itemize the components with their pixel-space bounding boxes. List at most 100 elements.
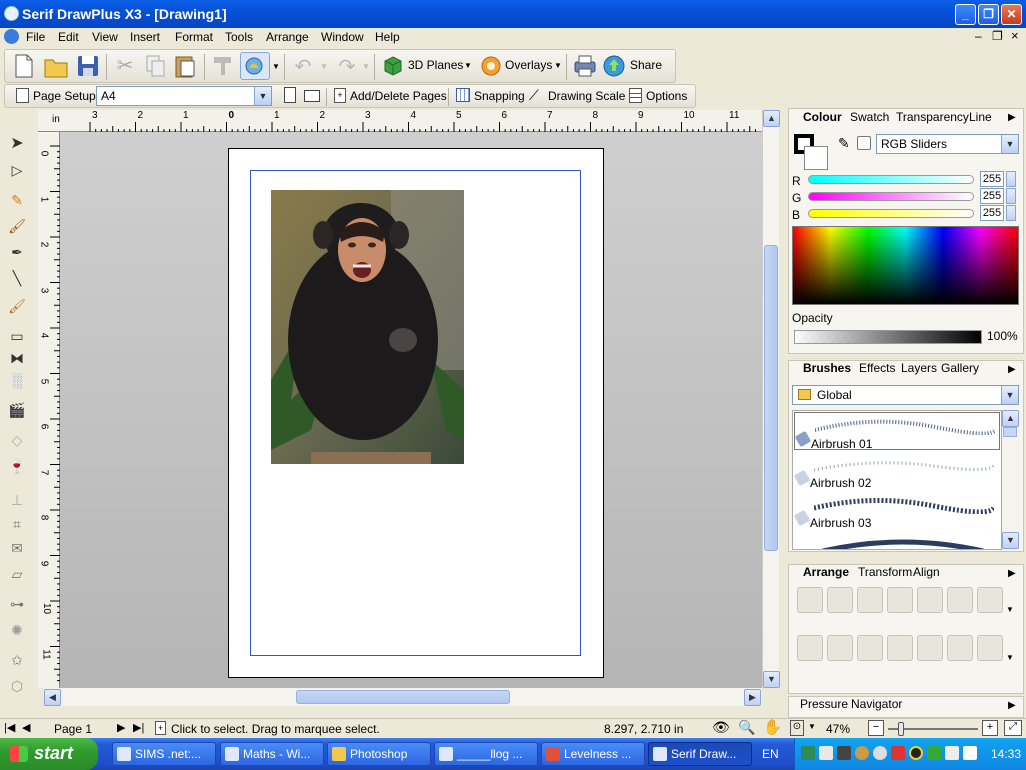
brush-tool-icon[interactable]: 🖌 <box>6 216 28 236</box>
tab-navigator[interactable]: Navigator <box>851 697 902 711</box>
g-slider[interactable] <box>808 192 974 201</box>
paste-icon[interactable] <box>172 52 198 80</box>
taskbar-item-levelness[interactable]: Levelness ... <box>541 742 645 766</box>
eraser-tool-icon[interactable]: ◇ <box>6 430 28 450</box>
flip-horizontal-button[interactable] <box>917 587 943 613</box>
flip-vertical-button[interactable] <box>947 587 973 613</box>
r-value-field[interactable]: 255 <box>980 171 1004 187</box>
add-page-icon[interactable]: + <box>155 721 166 735</box>
chevron-down-icon[interactable]: ▼ <box>808 722 816 731</box>
list-item[interactable]: Airbrush 02 <box>793 452 1000 490</box>
tray-icon[interactable] <box>837 746 851 760</box>
page-size-select[interactable]: A4 ▼ <box>96 86 272 106</box>
node-tool-icon[interactable]: ▷ <box>6 160 28 180</box>
tray-icon[interactable] <box>891 746 905 760</box>
mdi-minimize-button[interactable]: – <box>975 29 982 43</box>
view-eye-icon[interactable]: 👁 <box>712 719 730 736</box>
portrait-icon[interactable] <box>284 87 296 103</box>
intersect-shapes-button[interactable] <box>917 635 943 661</box>
open-icon[interactable] <box>42 52 70 80</box>
view-mode-dropdown-icon[interactable]: ▼ <box>272 62 280 71</box>
options-button[interactable]: Options <box>646 89 687 103</box>
landscape-icon[interactable] <box>304 90 320 102</box>
combine-button[interactable] <box>827 635 853 661</box>
overlays-button[interactable]: Overlays ▼ <box>480 53 564 79</box>
r-slider[interactable] <box>808 175 974 184</box>
vertical-scroll-thumb[interactable] <box>764 245 778 551</box>
tab-line[interactable]: Line <box>969 110 992 124</box>
redo-icon[interactable]: ↷ <box>334 54 360 78</box>
forward-one-button[interactable] <box>857 587 883 613</box>
close-button[interactable]: ✕ <box>1001 4 1022 25</box>
brush-list-scrollbar[interactable]: ▲ ▼ <box>1002 410 1019 550</box>
b-spinner[interactable] <box>1006 205 1016 221</box>
share-button[interactable]: Share <box>602 53 670 79</box>
menu-arrange[interactable]: Arrange <box>266 30 309 44</box>
b-value-field[interactable]: 255 <box>980 205 1004 221</box>
menu-window[interactable]: Window <box>321 30 364 44</box>
horizontal-scrollbar[interactable]: ◀ ▶ <box>44 688 762 706</box>
gear-tool-icon[interactable]: ✺ <box>6 620 28 640</box>
menu-file[interactable]: File <box>26 30 45 44</box>
page-setup-icon[interactable] <box>16 88 29 103</box>
brush-scroll-thumb[interactable] <box>1003 427 1017 437</box>
taskbar-item-photoshop[interactable]: Photoshop <box>327 742 431 766</box>
list-item[interactable]: Airbrush 01 <box>794 412 1000 451</box>
envelope-tool-icon[interactable]: ✉ <box>6 538 28 558</box>
save-icon[interactable] <box>74 52 102 80</box>
tab-gallery[interactable]: Gallery <box>941 361 979 375</box>
pencil-tool-icon[interactable]: ✎ <box>6 190 28 210</box>
menu-help[interactable]: Help <box>375 30 400 44</box>
tab-layers[interactable]: Layers <box>901 361 937 375</box>
zoom-options-icon[interactable]: ⊙ <box>790 720 804 736</box>
vertical-scrollbar[interactable]: ▲ ▼ <box>762 110 780 688</box>
zoom-out-button[interactable]: − <box>868 720 884 736</box>
chimpanzee-photo[interactable] <box>271 190 464 464</box>
first-page-icon[interactable]: |◀ <box>4 721 15 734</box>
minimize-button[interactable]: _ <box>955 4 976 25</box>
star-tool-icon[interactable]: ✩ <box>6 650 28 670</box>
no-colour-swatch[interactable] <box>857 136 871 150</box>
scroll-up-button[interactable]: ▲ <box>763 110 780 127</box>
panel-menu-arrow-icon[interactable]: ▶ <box>1008 112 1016 123</box>
panel-menu-arrow-icon[interactable]: ▶ <box>1008 700 1016 711</box>
group-button[interactable] <box>797 635 823 661</box>
split-button[interactable] <box>977 635 1003 661</box>
print-icon[interactable] <box>572 53 598 79</box>
chevron-down-icon[interactable]: ▼ <box>1006 605 1014 614</box>
eyedropper-icon[interactable]: ✎ <box>838 135 850 152</box>
tab-effects[interactable]: Effects <box>859 361 895 375</box>
maximize-button[interactable]: ❐ <box>978 4 999 25</box>
add-shapes-button[interactable] <box>857 635 883 661</box>
fill-colour-swatch[interactable] <box>804 146 828 170</box>
zoom-in-button[interactable]: + <box>982 720 998 736</box>
tray-icon[interactable] <box>945 746 959 760</box>
opacity-slider[interactable] <box>794 330 982 344</box>
format-painter-icon[interactable] <box>210 52 236 80</box>
pointer-tool-icon[interactable]: ➤ <box>6 134 28 154</box>
colour-mode-select[interactable]: RGB Sliders ▼ <box>876 134 1019 154</box>
redo-dropdown-icon[interactable]: ▼ <box>362 62 370 71</box>
pen-tool-icon[interactable]: ✒ <box>6 242 28 262</box>
copy-icon[interactable] <box>142 52 168 80</box>
line-tool-icon[interactable]: ╲ <box>6 268 28 288</box>
previous-page-icon[interactable]: ◀ <box>22 721 30 734</box>
list-item[interactable]: Airbrush 03 <box>793 492 1000 530</box>
taskbar-item-serif-draw[interactable]: Serif Draw... <box>648 742 752 766</box>
menu-format[interactable]: Format <box>175 30 213 44</box>
tray-icon[interactable] <box>927 746 941 760</box>
crop-tool-icon[interactable]: ⌗ <box>6 514 28 534</box>
panel-menu-arrow-icon[interactable]: ▶ <box>1008 364 1016 375</box>
panel-menu-arrow-icon[interactable]: ▶ <box>1008 568 1016 579</box>
g-value-field[interactable]: 255 <box>980 188 1004 204</box>
last-page-icon[interactable]: ▶| <box>133 721 144 734</box>
taskbar-item-sims[interactable]: SIMS .net:... <box>112 742 216 766</box>
tab-swatch[interactable]: Swatch <box>850 110 889 124</box>
stamp-tool-icon[interactable]: ⊥ <box>6 490 28 510</box>
taskbar-item-maths[interactable]: Maths - Wi... <box>220 742 324 766</box>
language-indicator[interactable]: EN <box>762 747 779 761</box>
subtract-shapes-button[interactable] <box>887 635 913 661</box>
tab-align[interactable]: Align <box>913 565 940 579</box>
tab-brushes[interactable]: Brushes <box>803 361 851 375</box>
fit-page-button[interactable]: ⤢ <box>1004 720 1022 736</box>
